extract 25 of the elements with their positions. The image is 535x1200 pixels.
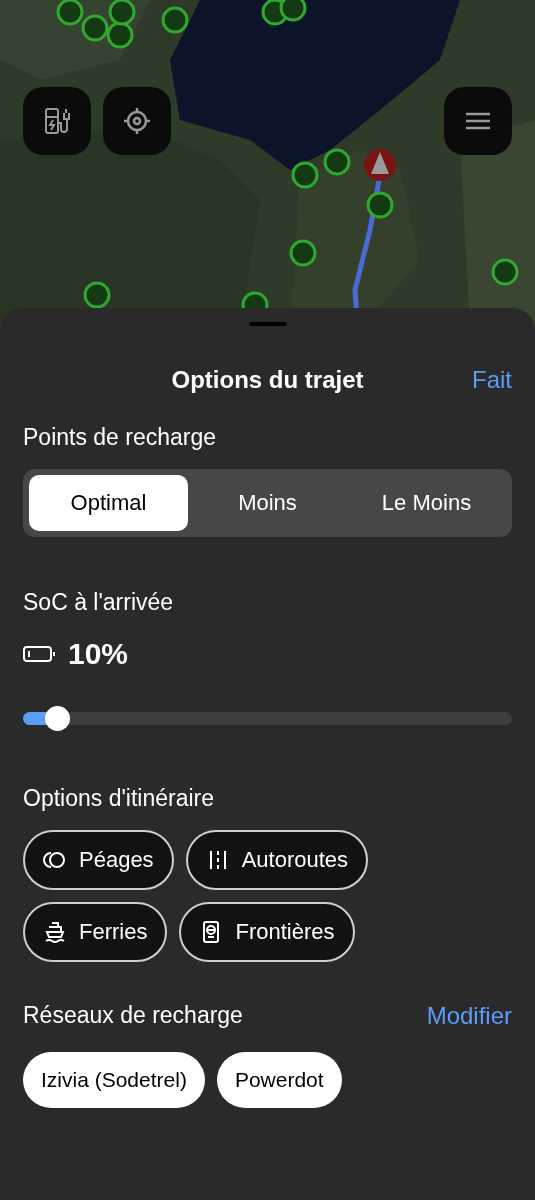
segment-option[interactable]: Moins (188, 474, 347, 531)
segment-option[interactable]: Optimal (29, 474, 188, 531)
network-chip[interactable]: Izivia (Sodetrel) (23, 1051, 205, 1108)
sheet-title: Options du trajet (171, 365, 364, 395)
battery-icon (23, 644, 56, 663)
segment-option[interactable]: Le Moins (347, 474, 506, 531)
done-button[interactable]: Fait (472, 362, 512, 398)
section-label: Réseaux de recharge (23, 1001, 243, 1031)
locate-icon (121, 105, 153, 137)
soc-reading: 10% (68, 636, 129, 672)
locate-button[interactable] (103, 87, 171, 155)
route-option-chip[interactable]: Autoroutes (185, 829, 369, 890)
route-option-chip[interactable]: Frontières (179, 901, 355, 962)
drag-handle[interactable] (248, 322, 287, 326)
route-option-chip[interactable]: Ferries (23, 901, 168, 962)
section-label: Points de recharge (23, 423, 218, 452)
network-chip[interactable]: Powerdot (216, 1051, 342, 1108)
charging-station-button[interactable] (23, 87, 91, 155)
edit-link[interactable]: Modifier (426, 997, 512, 1034)
menu-button[interactable] (444, 87, 512, 155)
slider-thumb[interactable] (45, 706, 71, 731)
ship-icon (43, 919, 67, 944)
section-label: SoC à l'arrivée (23, 587, 175, 617)
route-option-chip[interactable]: Péages (23, 829, 174, 890)
section-label: Options d'itinéraire (23, 784, 216, 813)
